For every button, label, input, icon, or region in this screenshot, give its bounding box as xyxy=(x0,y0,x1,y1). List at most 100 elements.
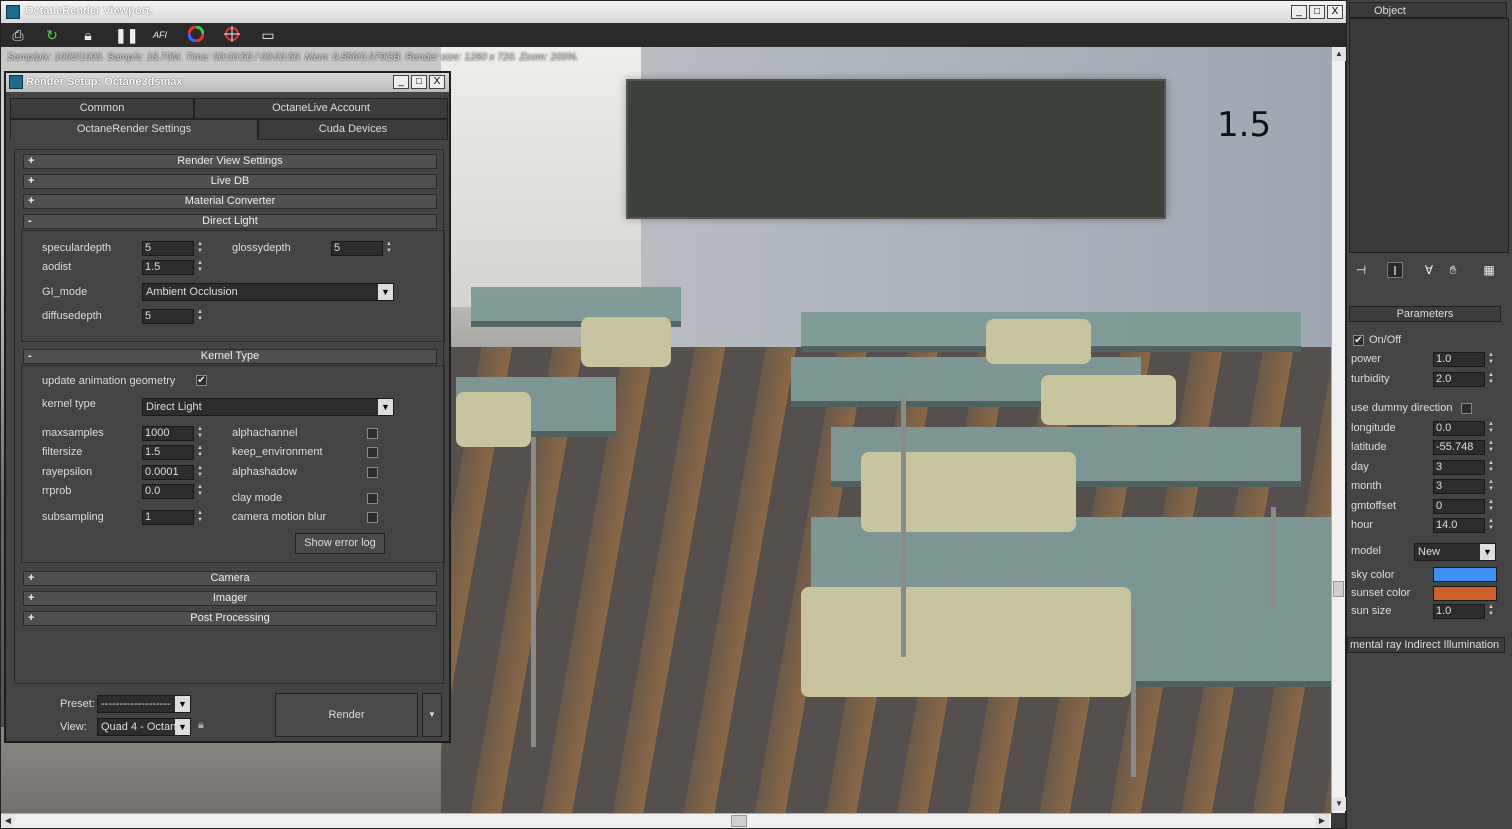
chevron-down-icon[interactable]: ▼ xyxy=(175,696,190,712)
spinner-arrows-icon[interactable]: ▲ ▼ xyxy=(1487,421,1495,436)
filtersize-input[interactable]: 1.5 xyxy=(142,445,194,460)
lock-view-icon[interactable]: 🔒︎ xyxy=(198,719,212,733)
spinner-arrows-icon[interactable]: ▲ ▼ xyxy=(1487,604,1495,619)
spinner-arrows-icon[interactable]: ▲ ▼ xyxy=(196,260,204,275)
spinner-arrows-icon[interactable]: ▲ ▼ xyxy=(1487,518,1495,533)
spinner-arrows-icon[interactable]: ▲ ▼ xyxy=(1487,372,1495,387)
render-setup-titlebar[interactable]: Render Setup: Octane3dsmax _ □ X xyxy=(6,73,449,92)
turbidity-input[interactable]: 2.0 xyxy=(1433,372,1485,387)
save-image-icon[interactable]: ⎙ xyxy=(9,26,27,44)
month-input[interactable]: 3 xyxy=(1433,479,1485,494)
spinner-arrows-icon[interactable]: ▲ ▼ xyxy=(1487,479,1495,494)
render-options-chevron-icon[interactable]: ▼ xyxy=(422,693,442,737)
tab-cuda-devices[interactable]: Cuda Devices xyxy=(258,119,448,140)
vertical-scrollbar[interactable]: ▲ ▼ xyxy=(1331,47,1346,813)
use-dummy-direction-checkbox[interactable] xyxy=(1461,403,1472,414)
color-wheel-icon[interactable] xyxy=(187,25,205,44)
spinner-arrows-icon[interactable]: ▲ ▼ xyxy=(196,445,204,460)
remove-modifier-icon[interactable]: ✋︎ xyxy=(1445,262,1461,278)
gi-mode-select[interactable]: Ambient Occlusion ▼ xyxy=(142,283,394,301)
keep-environment-checkbox[interactable] xyxy=(367,447,378,458)
aodist-input[interactable]: 1.5 xyxy=(142,260,194,275)
show-error-log-button[interactable]: Show error log xyxy=(295,533,385,554)
rollout-render-view-settings[interactable]: + Render View Settings xyxy=(23,154,437,169)
close-button[interactable]: X xyxy=(1327,5,1343,19)
power-input[interactable]: 1.0 xyxy=(1433,352,1485,367)
chevron-down-icon[interactable]: ▼ xyxy=(378,284,393,300)
scroll-left-icon[interactable]: ◀ xyxy=(1,814,15,828)
scroll-down-icon[interactable]: ▼ xyxy=(1332,797,1346,811)
maxsamples-input[interactable]: 1000 xyxy=(142,426,194,441)
spinner-arrows-icon[interactable]: ▲ ▼ xyxy=(1487,499,1495,514)
kernel-type-select[interactable]: Direct Light ▼ xyxy=(142,398,394,416)
spinner-arrows-icon[interactable]: ▲ ▼ xyxy=(196,309,204,324)
sunset-color-swatch[interactable] xyxy=(1433,586,1497,601)
sky-color-swatch[interactable] xyxy=(1433,567,1497,582)
longitude-input[interactable]: 0.0 xyxy=(1433,421,1485,436)
rollout-post-processing[interactable]: + Post Processing xyxy=(23,611,437,626)
sun-size-input[interactable]: 1.0 xyxy=(1433,604,1485,619)
alphashadow-checkbox[interactable] xyxy=(367,467,378,478)
rollout-direct-light[interactable]: - Direct Light xyxy=(23,214,437,229)
restart-icon[interactable]: ↻ xyxy=(43,26,61,44)
tab-octanelive-account[interactable]: OctaneLive Account xyxy=(194,98,448,119)
object-list[interactable] xyxy=(1349,18,1509,253)
spinner-arrows-icon[interactable]: ▲ ▼ xyxy=(1487,440,1495,455)
rollout-material-converter[interactable]: + Material Converter xyxy=(23,194,437,209)
preset-select[interactable]: ------------------- ▼ xyxy=(97,695,191,713)
maximize-button[interactable]: □ xyxy=(1309,5,1325,19)
mental-ray-rollout[interactable]: mental ray Indirect Illumination xyxy=(1347,637,1505,653)
rayepsilon-input[interactable]: 0.0001 xyxy=(142,465,194,480)
alphachannel-checkbox[interactable] xyxy=(367,428,378,439)
spinner-arrows-icon[interactable]: ▲ ▼ xyxy=(1487,352,1495,367)
horizontal-scrollbar[interactable]: ◀ ▶ xyxy=(1,813,1331,828)
spinner-arrows-icon[interactable]: ▲ ▼ xyxy=(196,465,204,480)
parameters-header[interactable]: Parameters xyxy=(1349,306,1501,322)
pause-icon[interactable]: ❚❚ xyxy=(115,26,138,44)
close-button[interactable]: X xyxy=(429,75,445,89)
camera-motion-blur-checkbox[interactable] xyxy=(367,512,378,523)
render-button[interactable]: Render xyxy=(275,693,418,737)
rollout-camera[interactable]: + Camera xyxy=(23,571,437,586)
make-unique-icon[interactable]: ∀ xyxy=(1421,262,1437,278)
diffusedepth-input[interactable]: 5 xyxy=(142,309,194,324)
rollout-kernel-type[interactable]: - Kernel Type xyxy=(23,349,437,364)
spinner-arrows-icon[interactable]: ▲ ▼ xyxy=(385,241,393,256)
rollout-live-db[interactable]: + Live DB xyxy=(23,174,437,189)
subsampling-input[interactable]: 1 xyxy=(142,510,194,525)
spinner-arrows-icon[interactable]: ▲ ▼ xyxy=(1487,460,1495,475)
chevron-down-icon[interactable]: ▼ xyxy=(1480,544,1495,560)
spinner-arrows-icon[interactable]: ▲ ▼ xyxy=(196,484,204,499)
gmtoffset-input[interactable]: 0 xyxy=(1433,499,1485,514)
chevron-down-icon[interactable]: ▼ xyxy=(175,719,190,735)
hour-input[interactable]: 14.0 xyxy=(1433,518,1485,533)
spinner-arrows-icon[interactable]: ▲ ▼ xyxy=(196,426,204,441)
maximize-button[interactable]: □ xyxy=(411,75,427,89)
rrprob-input[interactable]: 0.0 xyxy=(142,484,194,499)
viewport-titlebar[interactable]: OctaneRender Viewport. _ □ X xyxy=(1,1,1347,23)
pin-stack-icon[interactable]: ⊣ xyxy=(1353,262,1369,278)
show-end-result-icon[interactable]: Ⅰ xyxy=(1387,262,1403,278)
latitude-input[interactable]: -55.748 xyxy=(1433,440,1485,455)
rollout-imager[interactable]: + Imager xyxy=(23,591,437,606)
horizontal-scroll-thumb[interactable] xyxy=(731,815,747,827)
day-input[interactable]: 3 xyxy=(1433,460,1485,475)
spinner-arrows-icon[interactable]: ▲ ▼ xyxy=(196,510,204,525)
display-icon[interactable]: ▭ xyxy=(259,26,277,44)
tab-common[interactable]: Common xyxy=(10,98,194,119)
tab-octanerender-settings[interactable]: OctaneRender Settings xyxy=(10,119,258,140)
onoff-checkbox[interactable]: ✔ xyxy=(1353,335,1364,346)
clay-mode-checkbox[interactable] xyxy=(367,493,378,504)
scroll-up-icon[interactable]: ▲ xyxy=(1332,47,1346,61)
afi-icon[interactable]: AFI xyxy=(151,26,169,44)
glossydepth-input[interactable]: 5 xyxy=(331,241,383,256)
configure-modifier-sets-icon[interactable]: ▦ xyxy=(1481,262,1497,278)
object-list-header[interactable]: Object xyxy=(1349,2,1507,18)
speculardepth-input[interactable]: 5 xyxy=(142,241,194,256)
lock-icon[interactable]: 🔒︎ xyxy=(79,26,97,44)
view-select[interactable]: Quad 4 - Octan ▼ xyxy=(97,718,191,736)
minimize-button[interactable]: _ xyxy=(393,75,409,89)
scroll-right-icon[interactable]: ▶ xyxy=(1315,814,1329,828)
model-select[interactable]: New ▼ xyxy=(1414,543,1496,561)
minimize-button[interactable]: _ xyxy=(1291,5,1307,19)
